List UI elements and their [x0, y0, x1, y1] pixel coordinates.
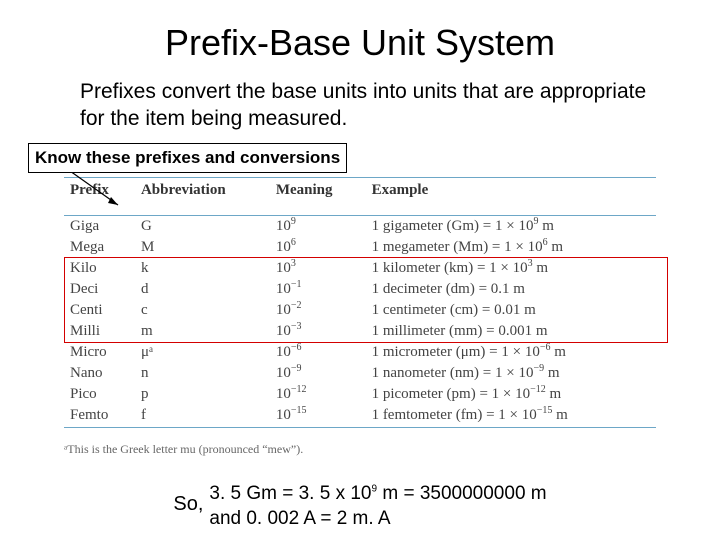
cell-prefix: Centi — [64, 300, 135, 321]
table-row: Decid10−11 decimeter (dm) = 0.1 m — [64, 279, 656, 300]
table-row: Millim10−31 millimeter (mm) = 0.001 m — [64, 321, 656, 342]
cell-abbr: M — [135, 237, 270, 258]
cell-abbr: n — [135, 363, 270, 384]
cell-meaning: 10−3 — [270, 321, 366, 342]
cell-example: 1 femtometer (fm) = 1 × 10−15 m — [366, 405, 656, 428]
table-row: Centic10−21 centimeter (cm) = 0.01 m — [64, 300, 656, 321]
cell-meaning: 106 — [270, 237, 366, 258]
table-row: Picop10−121 picometer (pm) = 1 × 10−12 m — [64, 384, 656, 405]
conclusion: So, 3. 5 Gm = 3. 5 x 109 m = 3500000000 … — [0, 481, 720, 532]
cell-abbr: μᵃ — [135, 342, 270, 363]
cell-abbr: f — [135, 405, 270, 428]
cell-prefix: Giga — [64, 215, 135, 237]
cell-example: 1 nanometer (nm) = 1 × 10−9 m — [366, 363, 656, 384]
cell-prefix: Kilo — [64, 258, 135, 279]
cell-prefix: Milli — [64, 321, 135, 342]
cell-example: 1 millimeter (mm) = 0.001 m — [366, 321, 656, 342]
conc1-pre: 3. 5 Gm = 3. 5 x 10 — [209, 483, 371, 504]
conclusion-box: 3. 5 Gm = 3. 5 x 109 m = 3500000000 m an… — [209, 481, 546, 532]
intro-text: Prefixes convert the base units into uni… — [80, 78, 650, 133]
prefix-table: Prefix Abbreviation Meaning Example Giga… — [64, 177, 656, 428]
prefix-table-wrap: Prefix Abbreviation Meaning Example Giga… — [64, 177, 656, 428]
cell-example: 1 gigameter (Gm) = 1 × 109 m — [366, 215, 656, 237]
conclusion-line2: and 0. 002 A = 2 m. A — [209, 506, 546, 532]
cell-meaning: 10−6 — [270, 342, 366, 363]
cell-meaning: 10−9 — [270, 363, 366, 384]
cell-meaning: 109 — [270, 215, 366, 237]
cell-prefix: Nano — [64, 363, 135, 384]
cell-example: 1 kilometer (km) = 1 × 103 m — [366, 258, 656, 279]
cell-abbr: k — [135, 258, 270, 279]
table-row: Nanon10−91 nanometer (nm) = 1 × 10−9 m — [64, 363, 656, 384]
cell-example: 1 centimeter (cm) = 0.01 m — [366, 300, 656, 321]
slide: Prefix-Base Unit System Prefixes convert… — [0, 0, 720, 540]
cell-meaning: 10−1 — [270, 279, 366, 300]
col-meaning: Meaning — [270, 177, 366, 215]
table-row: Kilok1031 kilometer (km) = 1 × 103 m — [64, 258, 656, 279]
cell-prefix: Pico — [64, 384, 135, 405]
cell-abbr: G — [135, 215, 270, 237]
cell-prefix: Femto — [64, 405, 135, 428]
cell-abbr: d — [135, 279, 270, 300]
conclusion-line1: 3. 5 Gm = 3. 5 x 109 m = 3500000000 m — [209, 481, 546, 507]
cell-example: 1 picometer (pm) = 1 × 10−12 m — [366, 384, 656, 405]
col-example: Example — [366, 177, 656, 215]
table-row: GigaG1091 gigameter (Gm) = 1 × 109 m — [64, 215, 656, 237]
cell-abbr: c — [135, 300, 270, 321]
cell-abbr: p — [135, 384, 270, 405]
footnote: ᵃThis is the Greek letter mu (pronounced… — [64, 442, 692, 457]
cell-meaning: 103 — [270, 258, 366, 279]
cell-prefix: Micro — [64, 342, 135, 363]
conc1-post: m = 3500000000 m — [377, 483, 547, 504]
page-title: Prefix-Base Unit System — [28, 22, 692, 64]
table-row: MegaM1061 megameter (Mm) = 1 × 106 m — [64, 237, 656, 258]
table-row: Microμᵃ10−61 micrometer (μm) = 1 × 10−6 … — [64, 342, 656, 363]
cell-prefix: Deci — [64, 279, 135, 300]
col-abbr: Abbreviation — [135, 177, 270, 215]
cell-example: 1 decimeter (dm) = 0.1 m — [366, 279, 656, 300]
cell-example: 1 micrometer (μm) = 1 × 10−6 m — [366, 342, 656, 363]
cell-meaning: 10−2 — [270, 300, 366, 321]
cell-meaning: 10−12 — [270, 384, 366, 405]
cell-abbr: m — [135, 321, 270, 342]
table-row: Femtof10−151 femtometer (fm) = 1 × 10−15… — [64, 405, 656, 428]
cell-meaning: 10−15 — [270, 405, 366, 428]
cell-example: 1 megameter (Mm) = 1 × 106 m — [366, 237, 656, 258]
table-header-row: Prefix Abbreviation Meaning Example — [64, 177, 656, 215]
cell-prefix: Mega — [64, 237, 135, 258]
callout-box: Know these prefixes and conversions — [28, 143, 347, 173]
conclusion-so: So, — [173, 493, 203, 516]
